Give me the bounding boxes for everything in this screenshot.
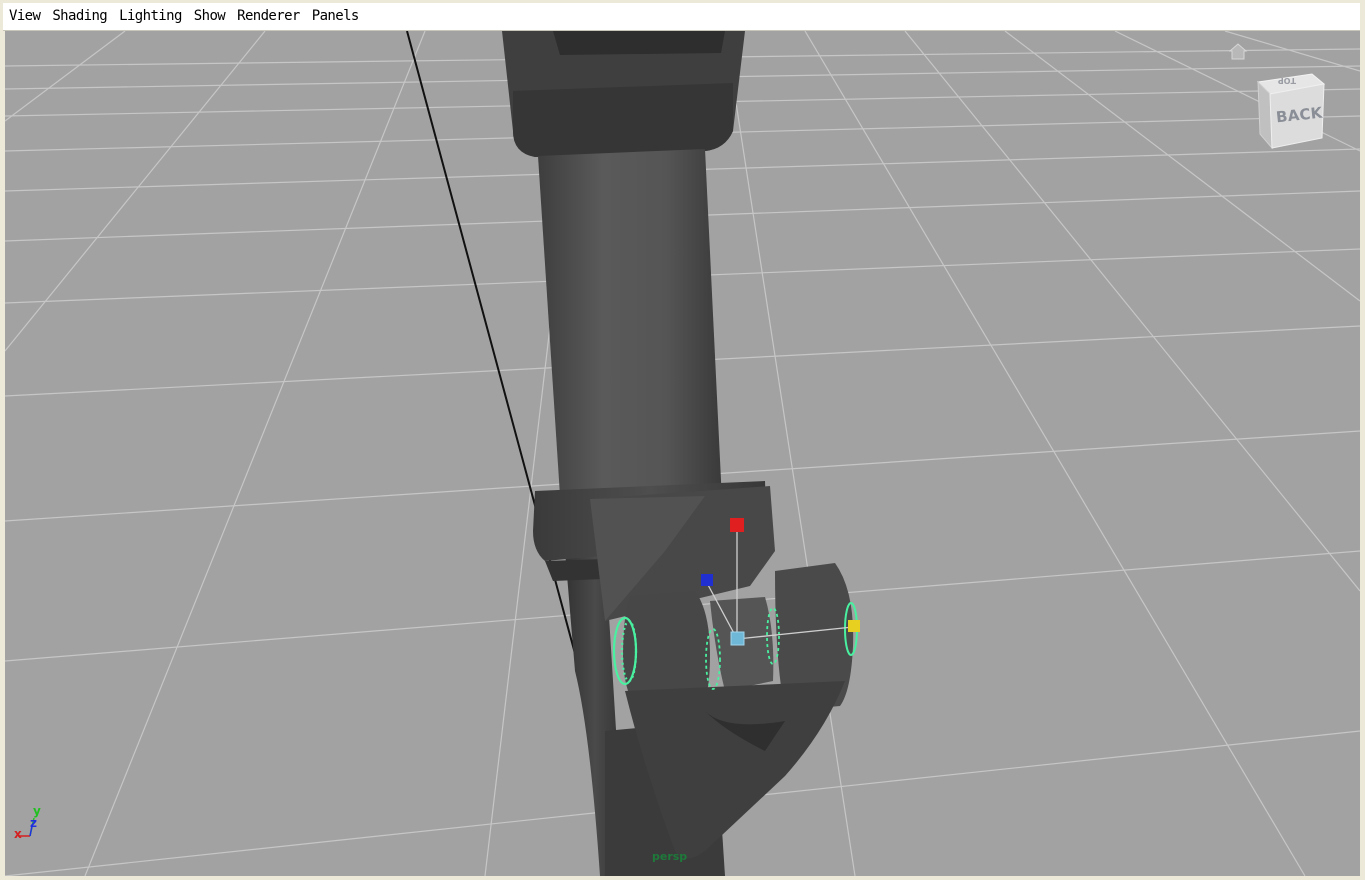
viewcube-top-label: TOP xyxy=(1278,76,1296,85)
menu-show[interactable]: Show xyxy=(188,3,231,30)
menu-renderer[interactable]: Renderer xyxy=(231,3,306,30)
menu-lighting[interactable]: Lighting xyxy=(113,3,188,30)
home-icon[interactable] xyxy=(1228,42,1248,60)
camera-name-label: persp xyxy=(652,850,688,863)
axis-x-label: x xyxy=(14,827,22,841)
axis-z-label: z xyxy=(30,816,37,830)
manipulator-x-handle[interactable] xyxy=(848,620,860,632)
maya-viewport-panel: View Shading Lighting Show Renderer Pane… xyxy=(0,0,1365,880)
menu-view[interactable]: View xyxy=(3,3,46,30)
menu-shading[interactable]: Shading xyxy=(46,3,113,30)
manipulator-z-handle[interactable] xyxy=(701,574,713,586)
manipulator-center-handle[interactable] xyxy=(730,631,745,646)
panel-menubar: View Shading Lighting Show Renderer Pane… xyxy=(3,3,1360,31)
viewport-scene xyxy=(5,31,1360,876)
3d-viewport[interactable] xyxy=(5,31,1360,876)
main-tube[interactable] xyxy=(538,149,722,511)
menu-panels[interactable]: Panels xyxy=(306,3,365,30)
manipulator-y-handle[interactable] xyxy=(730,518,744,532)
